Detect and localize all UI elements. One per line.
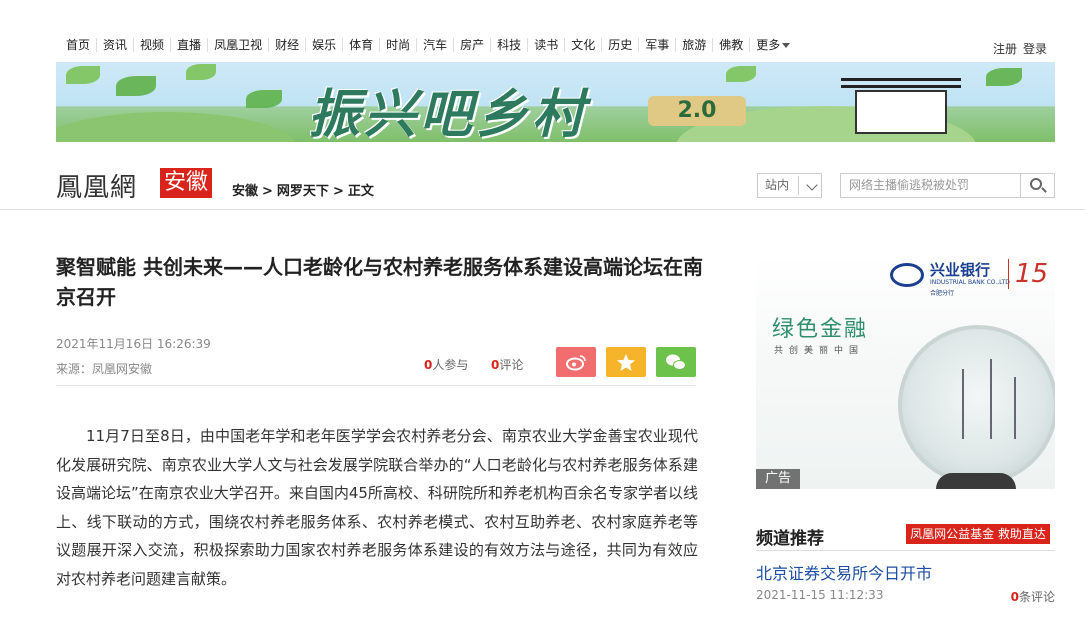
top-banner-ad[interactable]: 振兴吧乡村 2.0: [56, 62, 1055, 142]
nav-auto[interactable]: 汽车: [416, 38, 453, 52]
bank-branch: 合肥分行: [930, 290, 955, 297]
search-scope-label: 站内: [765, 178, 790, 192]
nav-phoenix-tv[interactable]: 凤凰卫视: [207, 38, 268, 52]
nav-books[interactable]: 读书: [527, 38, 564, 52]
sidebar-ad[interactable]: 兴业银行 INDUSTRIAL BANK CO.,LTD 合肥分行 15 绿色金…: [756, 255, 1055, 489]
search-icon-handle: [1041, 187, 1047, 193]
comments-label: 评论: [499, 358, 524, 372]
article-source: 来源：凤凰网安徽: [56, 362, 153, 376]
leaf-decoration: [116, 76, 156, 96]
house-roof: [841, 78, 961, 88]
leaf-decoration: [986, 68, 1022, 86]
participants-count[interactable]: 0人参与: [424, 356, 468, 373]
breadcrumb-separator: >: [332, 184, 344, 199]
user-links: 注册 登录: [993, 40, 1047, 57]
nav-video[interactable]: 视频: [133, 38, 170, 52]
chevron-down-icon: [782, 43, 791, 48]
share-wechat-button[interactable]: [656, 347, 696, 377]
nav-fashion[interactable]: 时尚: [379, 38, 416, 52]
recommend-headline-link[interactable]: 北京证券交易所今日开市: [756, 560, 932, 584]
share-weibo-button[interactable]: [556, 347, 596, 377]
banner-hill: [56, 112, 296, 142]
recommend-comments-label: 条评论: [1018, 590, 1055, 604]
article-body: 11月7日至8日，由中国老年学和老年医学学会农村养老分会、南京农业大学金善宝农业…: [56, 427, 698, 588]
wechat-icon: [666, 354, 686, 370]
breadcrumb: 安徽 > 网罗天下 > 正文: [232, 180, 374, 199]
ad-slogan: 绿色金融: [772, 317, 869, 342]
nav-tech[interactable]: 科技: [490, 38, 527, 52]
recommend-time: 2021-11-15 11:12:33: [756, 588, 884, 602]
login-link[interactable]: 登录: [1023, 42, 1047, 56]
comments-count[interactable]: 0评论: [491, 356, 523, 373]
article-date: 2021年11月16日 16:26:39: [56, 337, 211, 351]
leaf-decoration: [726, 66, 756, 82]
article-title: 聚智赋能 共创未来——人口老龄化与农村养老服务体系建设高端论坛在南京召开: [56, 255, 703, 309]
nav-buddhism[interactable]: 佛教: [712, 38, 749, 52]
search-button[interactable]: [1020, 174, 1054, 197]
top-nav: 首页 资讯 视频 直播 凤凰卫视 财经 娱乐 体育 时尚 汽车 房产 科技 读书…: [56, 36, 796, 54]
plate-stand: [936, 473, 1016, 489]
search-placeholder: 网络主播偷逃税被处罚: [849, 178, 970, 192]
site-header: 鳳凰網 安徽 安徽 > 网罗天下 > 正文 站内 网络主播偷逃税被处罚: [0, 162, 1085, 210]
nav-house[interactable]: 房产: [453, 38, 490, 52]
nav-more[interactable]: 更多: [749, 38, 796, 52]
bank-logo-icon: [890, 263, 924, 287]
nav-finance[interactable]: 财经: [268, 38, 305, 52]
search-scope-select[interactable]: 站内: [757, 173, 822, 198]
nav-history[interactable]: 历史: [601, 38, 638, 52]
breadcrumb-world[interactable]: 网罗天下: [277, 184, 329, 199]
chevron-down-icon: [806, 179, 818, 191]
search-input[interactable]: 网络主播偷逃税被处罚: [840, 173, 1055, 198]
nav-military[interactable]: 军事: [638, 38, 675, 52]
recommend-comments-number: 0: [1010, 590, 1019, 604]
recommend-divider: [756, 550, 1055, 551]
recommend-comments[interactable]: 0条评论: [1011, 588, 1055, 605]
house-illustration: [841, 78, 961, 138]
charity-fund-link[interactable]: 凤凰网公益基金 救助直达: [906, 524, 1050, 544]
participants-label: 人参与: [432, 358, 469, 372]
nav-culture[interactable]: 文化: [564, 38, 601, 52]
banner-title: 振兴吧乡村: [308, 85, 589, 142]
register-link[interactable]: 注册: [993, 42, 1017, 56]
breadcrumb-anhui[interactable]: 安徽: [232, 184, 258, 199]
nav-news[interactable]: 资讯: [96, 38, 133, 52]
select-divider: [798, 176, 799, 195]
leaf-decoration: [246, 90, 282, 108]
nav-travel[interactable]: 旅游: [675, 38, 712, 52]
nav-sports[interactable]: 体育: [342, 38, 379, 52]
leaf-decoration: [186, 64, 216, 80]
breadcrumb-current: 正文: [347, 184, 374, 199]
nav-more-label: 更多: [756, 38, 781, 52]
ad-subslogan: 共创美丽中国: [774, 346, 865, 356]
anniversary-mark: 15: [1008, 259, 1048, 289]
recommend-title: 频道推荐: [756, 529, 824, 549]
leaf-decoration: [66, 66, 100, 84]
star-icon: [617, 354, 635, 371]
banner-version: 2.0: [648, 96, 746, 126]
site-logo[interactable]: 鳳凰網: [56, 167, 137, 204]
bank-name: 兴业银行: [930, 261, 991, 279]
porcelain-plate-image: [898, 325, 1055, 485]
article-divider: [56, 385, 696, 386]
wind-turbine: [990, 359, 992, 439]
ad-label: 广告: [756, 469, 800, 489]
bank-english-name: INDUSTRIAL BANK CO.,LTD: [930, 279, 1010, 286]
breadcrumb-separator: >: [262, 184, 273, 199]
region-badge[interactable]: 安徽: [160, 168, 213, 198]
nav-live[interactable]: 直播: [170, 38, 207, 52]
wind-turbine: [1014, 377, 1016, 439]
weibo-icon: [566, 355, 586, 371]
house-wall: [855, 90, 947, 134]
nav-home[interactable]: 首页: [56, 38, 96, 52]
nav-entertainment[interactable]: 娱乐: [305, 38, 342, 52]
wind-turbine: [962, 369, 964, 439]
favorite-button[interactable]: [606, 347, 646, 377]
